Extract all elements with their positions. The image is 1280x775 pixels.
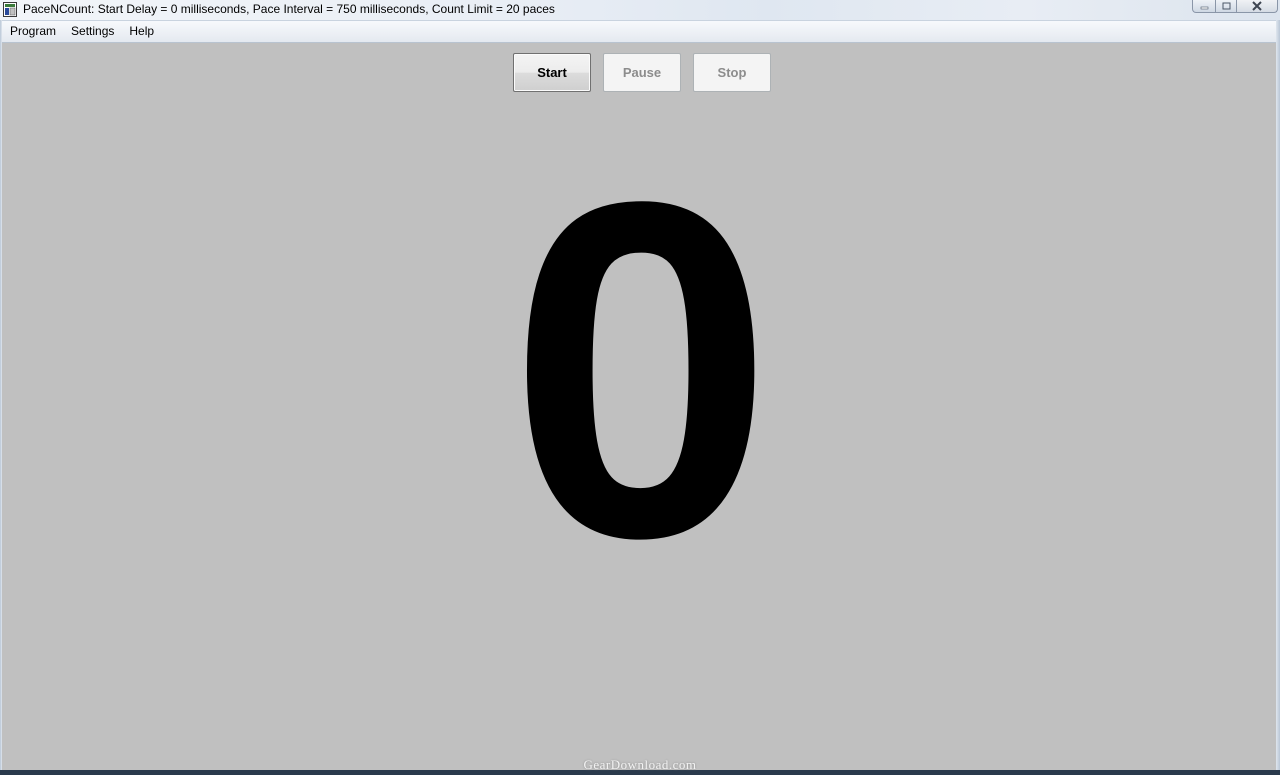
stop-button[interactable]: Stop <box>693 53 771 92</box>
pace-counter-display: 0 <box>508 103 774 637</box>
window-frame-right <box>1276 20 1280 775</box>
menu-program[interactable]: Program <box>3 21 63 42</box>
menu-settings[interactable]: Settings <box>64 21 121 42</box>
window-frame-left <box>0 20 2 775</box>
start-button-label: Start <box>537 65 567 80</box>
app-window: PaceNCount: Start Delay = 0 milliseconds… <box>0 0 1280 775</box>
maximize-button[interactable] <box>1216 0 1237 13</box>
restore-icon <box>1222 2 1230 10</box>
minimize-button[interactable] <box>1192 0 1216 13</box>
window-title: PaceNCount: Start Delay = 0 milliseconds… <box>23 2 555 16</box>
menu-bar: Program Settings Help <box>2 21 1276 43</box>
minimize-icon <box>1200 6 1208 10</box>
caption-buttons <box>1192 0 1278 14</box>
close-button[interactable] <box>1237 0 1278 13</box>
close-icon <box>1252 1 1262 11</box>
start-button[interactable]: Start <box>513 53 591 92</box>
stop-button-label: Stop <box>717 65 747 80</box>
pause-button-label: Pause <box>622 65 662 80</box>
title-bar[interactable]: PaceNCount: Start Delay = 0 milliseconds… <box>0 0 1280 21</box>
pause-button[interactable]: Pause <box>603 53 681 92</box>
watermark: GearDownload.com <box>583 757 697 772</box>
menu-help[interactable]: Help <box>122 21 161 42</box>
app-icon <box>3 2 17 17</box>
